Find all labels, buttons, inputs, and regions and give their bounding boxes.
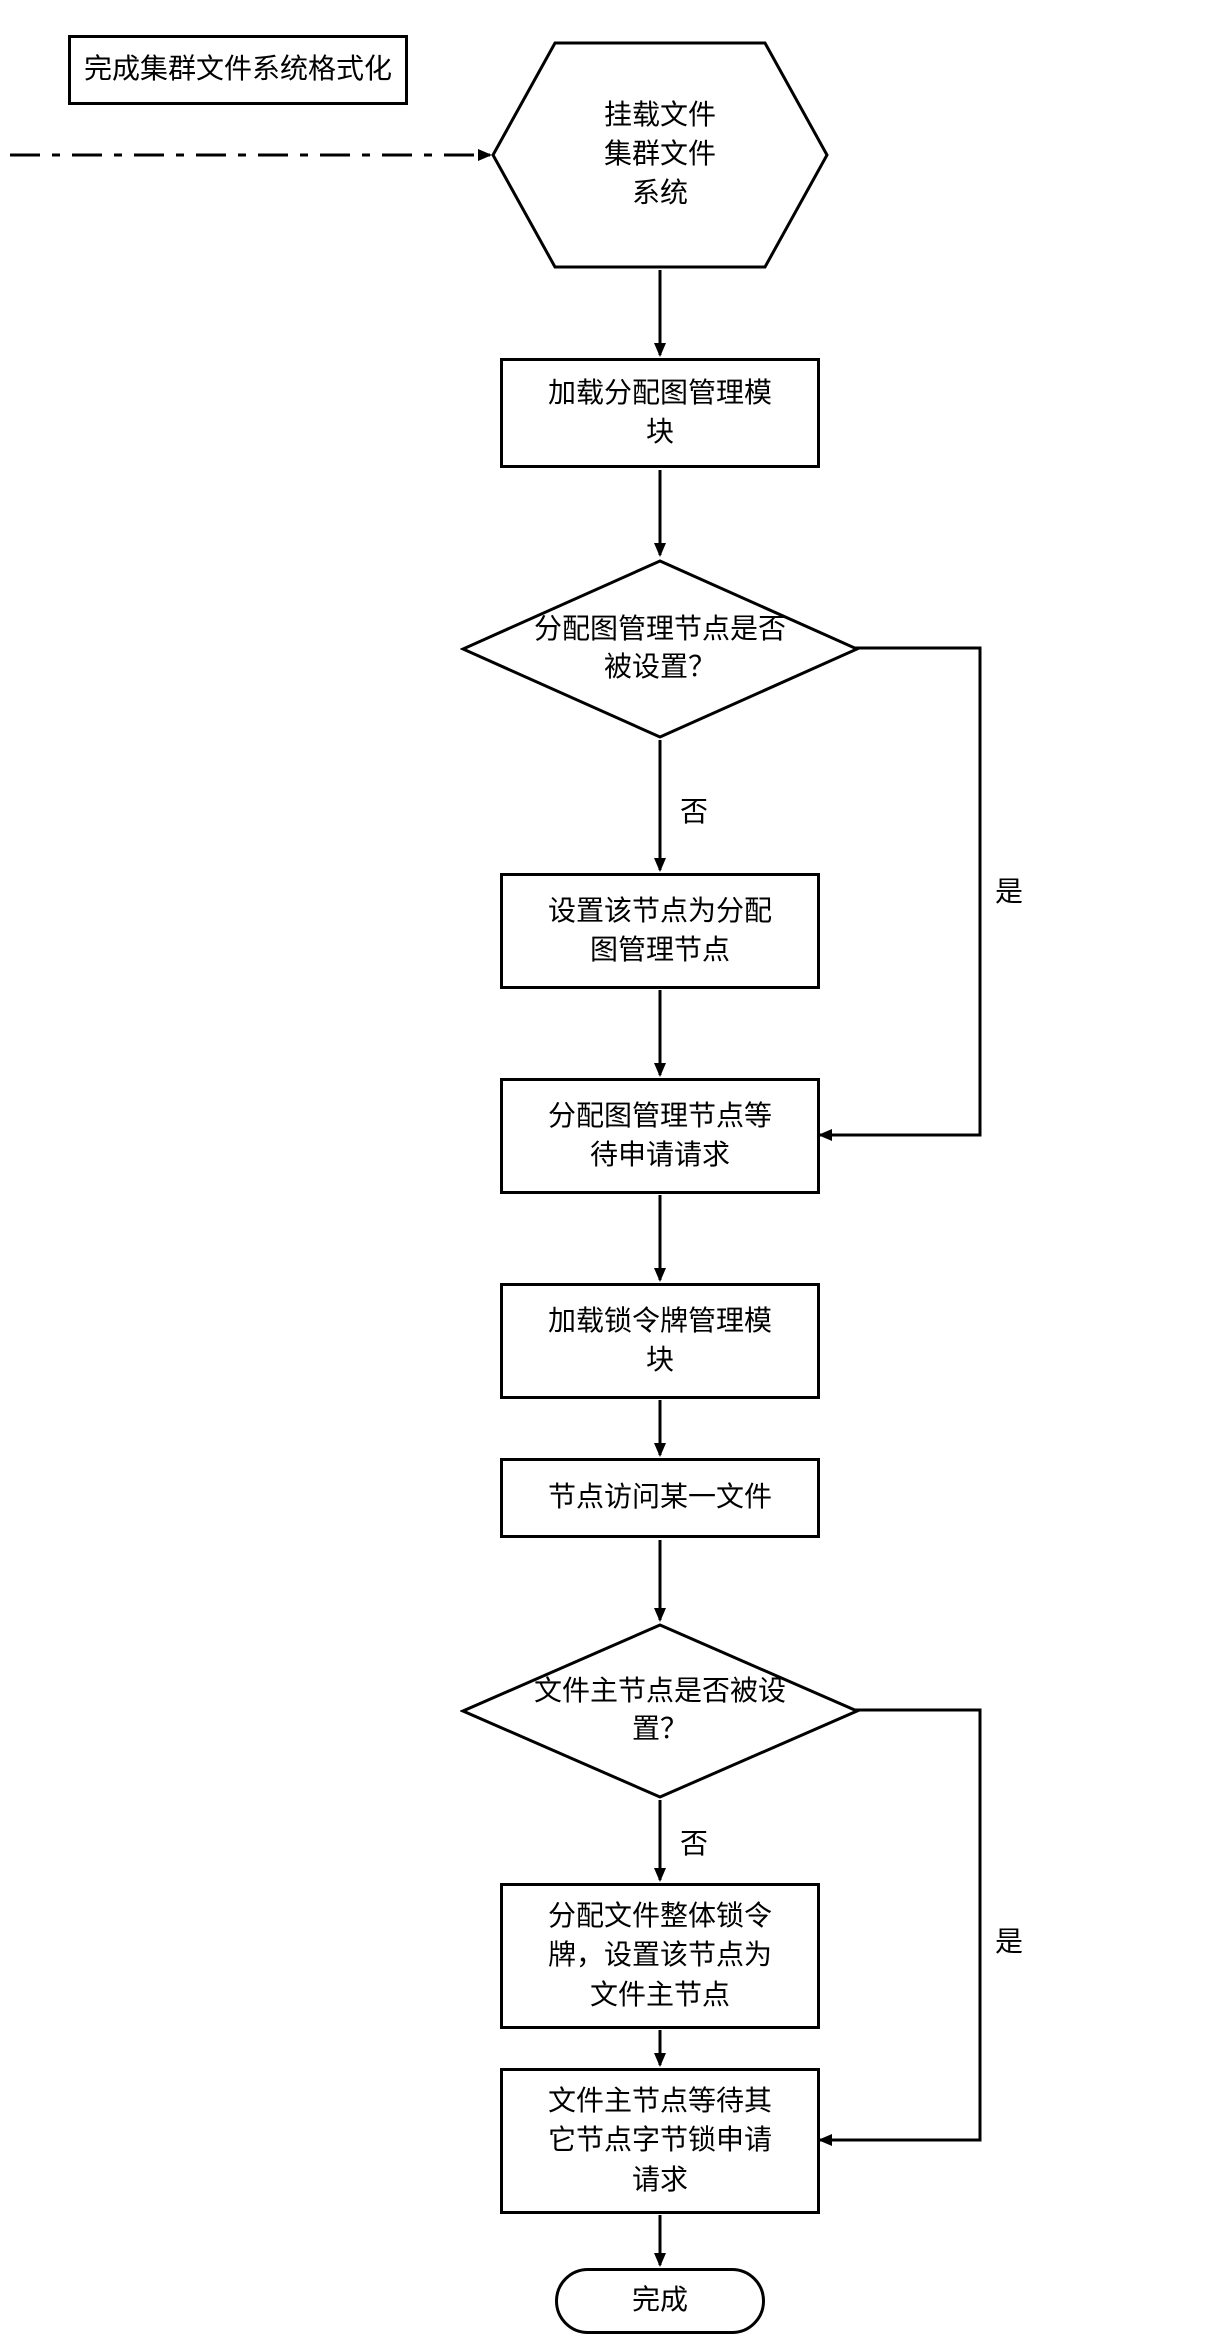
b2-text: 设置该节点为分配 图管理节点 xyxy=(548,892,772,970)
start-hexagon: 挂载文件 集群文件 系统 xyxy=(490,40,830,270)
external-ref-box: 完成集群文件系统格式化 xyxy=(68,35,408,105)
end-text: 完成 xyxy=(632,2281,688,2320)
d1-no-label: 否 xyxy=(680,790,708,830)
decision-alloc-node-set: 分配图管理节点是否 被设置？ xyxy=(460,558,860,740)
b3-text: 分配图管理节点等 待申请请求 xyxy=(548,1097,772,1175)
b1-text: 加载分配图管理模 块 xyxy=(548,374,772,452)
set-alloc-node-box: 设置该节点为分配 图管理节点 xyxy=(500,873,820,989)
file-master-wait-box: 文件主节点等待其 它节点字节锁申请 请求 xyxy=(500,2068,820,2214)
decision-file-master-set: 文件主节点是否被设 置？ xyxy=(460,1622,860,1800)
load-lock-token-box: 加载锁令牌管理模 块 xyxy=(500,1283,820,1399)
d1-text: 分配图管理节点是否 被设置？ xyxy=(510,611,810,687)
alloc-node-wait-box: 分配图管理节点等 待申请请求 xyxy=(500,1078,820,1194)
end-terminator: 完成 xyxy=(555,2268,765,2334)
start-text: 挂载文件 集群文件 系统 xyxy=(541,96,779,214)
external-ref-text: 完成集群文件系统格式化 xyxy=(84,50,392,89)
d2-text: 文件主节点是否被设 置？ xyxy=(510,1673,810,1749)
b4-text: 加载锁令牌管理模 块 xyxy=(548,1302,772,1380)
load-alloc-module-box: 加载分配图管理模 块 xyxy=(500,358,820,468)
d2-yes-label: 是 xyxy=(995,1920,1023,1960)
node-access-file-box: 节点访问某一文件 xyxy=(500,1458,820,1538)
assign-file-lock-box: 分配文件整体锁令 牌，设置该节点为 文件主节点 xyxy=(500,1883,820,2029)
d2-no-label: 否 xyxy=(680,1822,708,1862)
d1-yes-label: 是 xyxy=(995,870,1023,910)
b5-text: 节点访问某一文件 xyxy=(548,1478,772,1517)
b6-text: 分配文件整体锁令 牌，设置该节点为 文件主节点 xyxy=(548,1897,772,2015)
b7-text: 文件主节点等待其 它节点字节锁申请 请求 xyxy=(548,2082,772,2200)
